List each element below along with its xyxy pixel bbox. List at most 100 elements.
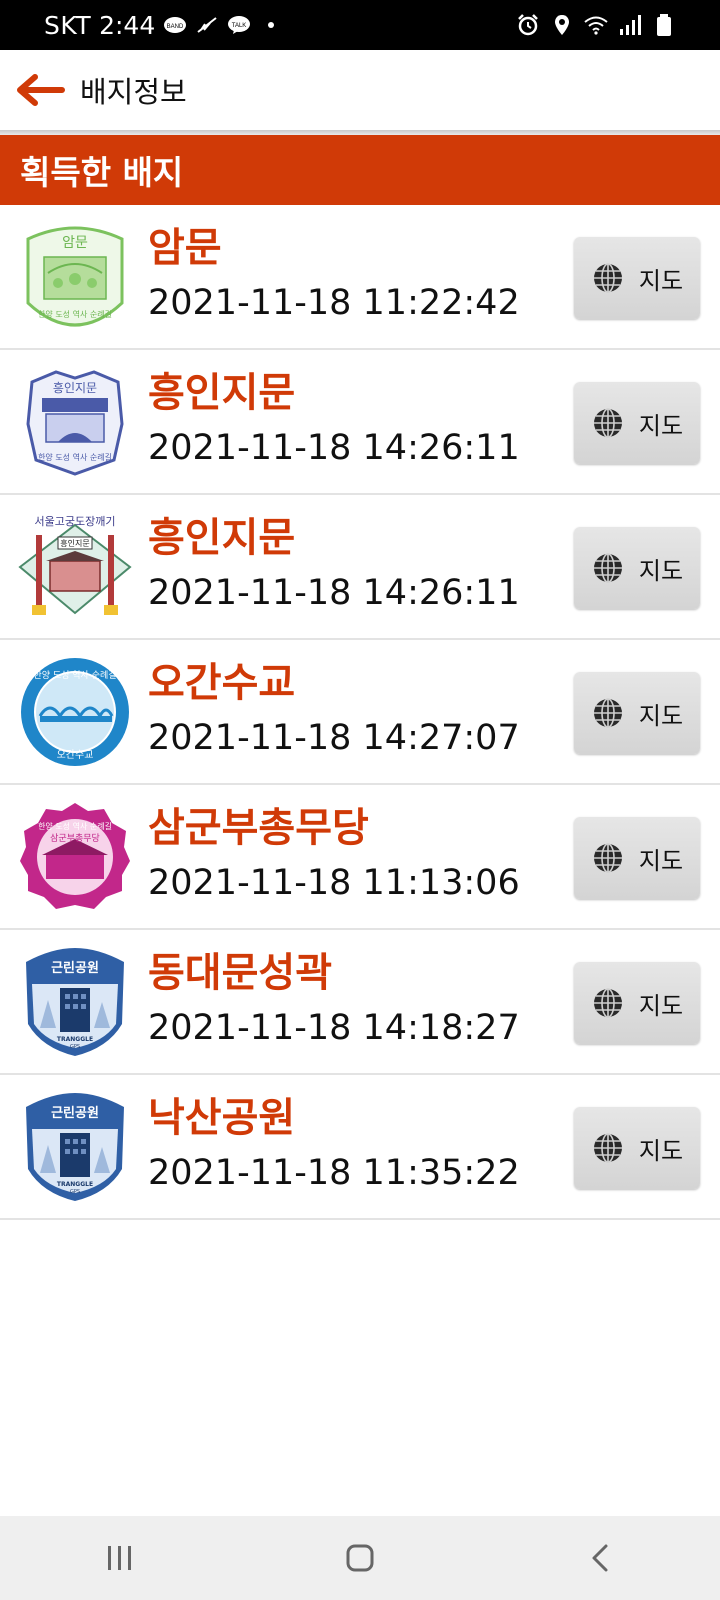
map-button[interactable]: 지도 [574,527,700,609]
globe-icon [593,1133,622,1163]
svg-text:BAND: BAND [167,24,184,30]
system-nav-bar [0,1516,720,1600]
list-item[interactable]: 암문 한양 도성 역사 순례길 암문 2021-11-18 11:22:42 지… [0,205,720,350]
map-button[interactable]: 지도 [574,672,700,754]
map-button-label: 지도 [638,701,684,730]
seal-green-badge: 암문 한양 도성 역사 순례길 [26,226,124,327]
svg-text:GPS: GPS [70,1044,80,1050]
clock: 2:44 [99,10,156,40]
badge-date: 2021-11-18 14:18:27 [148,1008,520,1048]
list-item[interactable]: 근린공원 TRANGGLE GPS 낙산공원 2021-11-18 11:35:… [0,1075,720,1220]
map-button-label: 지도 [638,846,684,875]
map-button[interactable]: 지도 [574,817,700,899]
recents-button[interactable] [80,1528,160,1588]
seal-blue-badge: 한양 도성 역사 순례길 오간수교 [21,658,129,766]
map-button[interactable]: 지도 [574,237,700,319]
map-button-label: 지도 [638,266,684,295]
alarm-icon [518,14,538,36]
svg-text:근린공원: 근린공원 [51,960,99,976]
list-item[interactable]: 흥인지문 서울고궁도장깨기 흥인지문 2021-11-18 14:26:11 지… [0,495,720,640]
map-button[interactable]: 지도 [574,382,700,464]
badge-date: 2021-11-18 14:26:11 [148,428,520,468]
globe-icon [593,553,622,583]
svg-text:삼군부총무당: 삼군부총무당 [50,833,100,844]
badge-texts: 흥인지문 2021-11-18 14:26:11 [148,513,520,619]
svg-text:암문: 암문 [62,235,88,251]
badge-date: 2021-11-18 11:22:42 [148,283,520,323]
seal-purple-badge: 흥인지문 한양 도성 역사 순례길 [26,370,124,476]
badge-texts: 흥인지문 2021-11-18 14:26:11 [148,368,520,474]
page-title: 배지정보 [80,75,187,109]
map-button-label: 지도 [638,411,684,440]
status-right [516,13,676,37]
home-icon [346,1544,374,1572]
globe-icon [593,263,622,293]
svg-text:오간수교: 오간수교 [57,749,94,761]
status-left: SKT 2:44 BAND TALK [44,11,283,40]
svg-text:흥인지문: 흥인지문 [53,381,97,395]
svg-text:서울고궁도장깨기: 서울고궁도장깨기 [35,515,116,528]
svg-text:TRANGGLE: TRANGGLE [57,1181,93,1188]
signal-icon [620,15,641,35]
dot-icon [268,22,275,28]
seal-magenta-badge: 한양 도성 역사 순례길 삼군부총무당 [20,803,130,909]
badge-name: 오간수교 [148,660,296,706]
map-button-label: 지도 [638,1136,684,1165]
svg-text:한양 도성 역사 순례길: 한양 도성 역사 순례길 [33,670,116,681]
svg-text:한양 도성 역사 순례길: 한양 도성 역사 순례길 [38,309,112,319]
badge-name: 동대문성곽 [148,950,332,996]
badge-date: 2021-11-18 14:26:11 [148,573,520,613]
map-button[interactable]: 지도 [574,962,700,1044]
badge-date: 2021-11-18 11:35:22 [148,1153,520,1193]
svg-text:근린공원: 근린공원 [51,1105,99,1121]
system-back-button[interactable] [560,1528,640,1588]
back-icon [592,1544,608,1572]
status-bar: SKT 2:44 BAND TALK [0,0,720,50]
badge-texts: 암문 2021-11-18 11:22:42 [148,223,520,329]
map-button-label: 지도 [638,556,684,585]
svg-text:한양 도성 역사 순례길: 한양 도성 역사 순례길 [38,452,112,462]
svg-text:흥인지문: 흥인지문 [60,538,89,548]
badge-texts: 낙산공원 2021-11-18 11:35:22 [148,1093,520,1199]
badge-date: 2021-11-18 14:27:07 [148,718,520,758]
list-item[interactable]: 흥인지문 한양 도성 역사 순례길 흥인지문 2021-11-18 14:26:… [0,350,720,495]
park-shield-badge: 근린공원 TRANGGLE GPS [26,1093,124,1201]
gate-diamond-badge: 흥인지문 서울고궁도장깨기 [18,515,132,615]
badge-texts: 삼군부총무당 2021-11-18 11:13:06 [148,803,520,909]
badge-texts: 동대문성곽 2021-11-18 14:18:27 [148,948,520,1054]
badge-date: 2021-11-18 11:13:06 [148,863,520,903]
section-header: 획득한 배지 [0,135,720,205]
list-item[interactable]: 한양 도성 역사 순례길 삼군부총무당 삼군부총무당 2021-11-18 11… [0,785,720,930]
home-button[interactable] [320,1528,400,1588]
svg-text:TALK: TALK [232,23,247,29]
globe-icon [593,698,622,728]
globe-icon [593,408,622,438]
svg-text:한양 도성 역사 순례길: 한양 도성 역사 순례길 [38,821,112,831]
talk-icon: TALK [228,16,251,34]
recents-icon [108,1546,131,1570]
svg-text:TRANGGLE: TRANGGLE [57,1036,93,1043]
band-icon: BAND [164,17,187,33]
arrow-left-icon [17,74,65,106]
wifi-icon [584,16,608,35]
globe-icon [593,843,622,873]
map-button[interactable]: 지도 [574,1107,700,1189]
feather-icon [197,17,217,33]
map-button-label: 지도 [638,991,684,1020]
location-icon [555,15,569,35]
badge-name: 흥인지문 [148,515,296,561]
badge-texts: 오간수교 2021-11-18 14:27:07 [148,658,520,764]
list-item[interactable]: 한양 도성 역사 순례길 오간수교 오간수교 2021-11-18 14:27:… [0,640,720,785]
back-button[interactable] [0,50,80,130]
badge-name: 낙산공원 [148,1095,296,1141]
svg-text:GPS: GPS [70,1189,80,1195]
badge-name: 암문 [148,225,222,271]
badge-name: 삼군부총무당 [148,805,369,851]
carrier-label: SKT [44,10,92,40]
list-item[interactable]: 근린공원 TRANGGLE GPS 동대문성곽 2021-11-18 14:18… [0,930,720,1075]
app-bar: 배지정보 [0,50,720,130]
park-shield-badge: 근린공원 TRANGGLE GPS [26,948,124,1056]
badge-list: 암문 한양 도성 역사 순례길 암문 2021-11-18 11:22:42 지… [0,205,720,1220]
globe-icon [593,988,622,1018]
badge-name: 흥인지문 [148,370,296,416]
